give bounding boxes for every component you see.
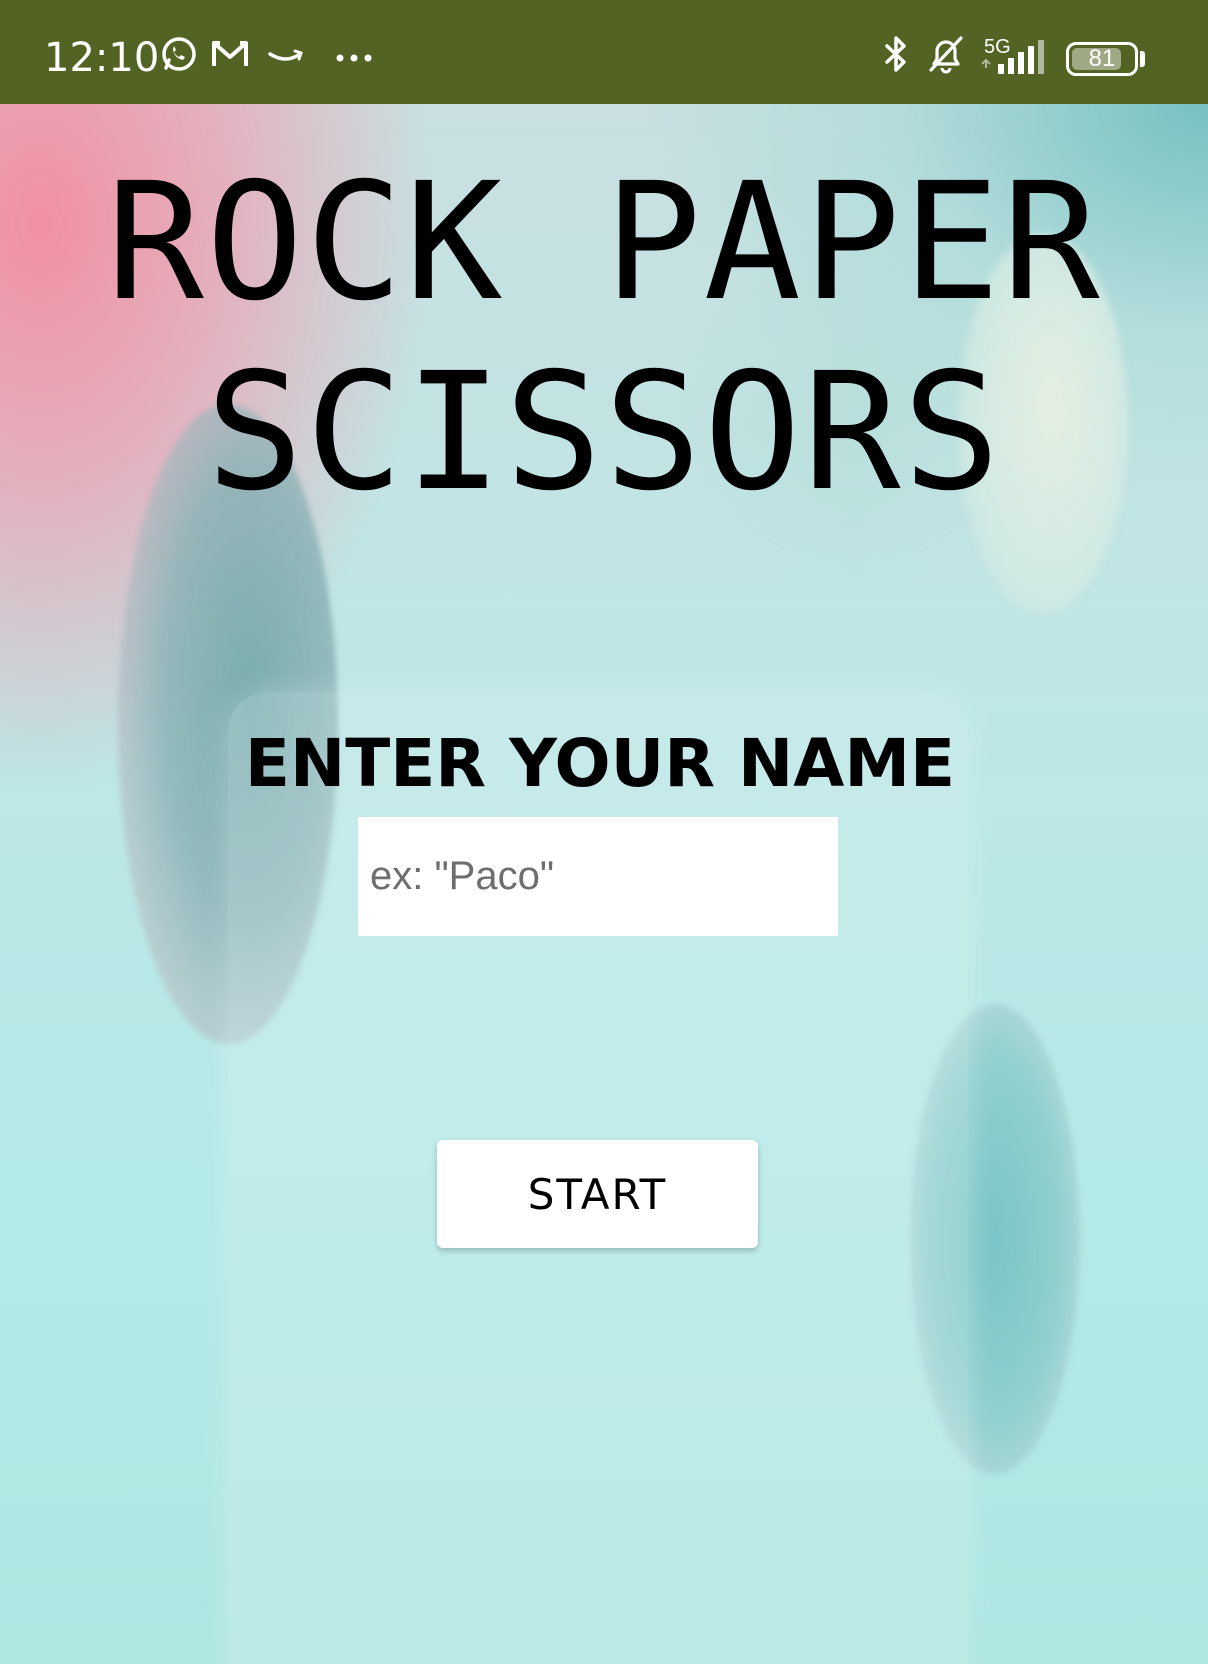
status-bar: 12:10 5G 81	[0, 0, 1208, 104]
battery-nub	[1140, 51, 1145, 67]
name-input[interactable]	[358, 817, 838, 936]
muted-bell-icon	[922, 30, 970, 78]
app-title: ROCK PAPER SCISSORS	[0, 148, 1208, 528]
battery-level: 81	[1088, 45, 1116, 72]
whatsapp-icon	[154, 30, 202, 78]
start-button[interactable]: START	[437, 1140, 758, 1248]
gmail-icon	[206, 30, 254, 78]
more-dots-icon	[330, 30, 378, 78]
status-time: 12:10	[44, 35, 160, 81]
app-title-line-1: ROCK PAPER	[106, 149, 1102, 337]
name-heading: ENTER YOUR NAME	[244, 725, 956, 802]
battery-icon: 81	[1066, 42, 1138, 76]
signal-icon	[980, 30, 1052, 78]
app-title-line-2: SCISSORS	[205, 339, 1003, 527]
amazon-icon	[262, 30, 310, 78]
bluetooth-icon	[872, 30, 920, 78]
